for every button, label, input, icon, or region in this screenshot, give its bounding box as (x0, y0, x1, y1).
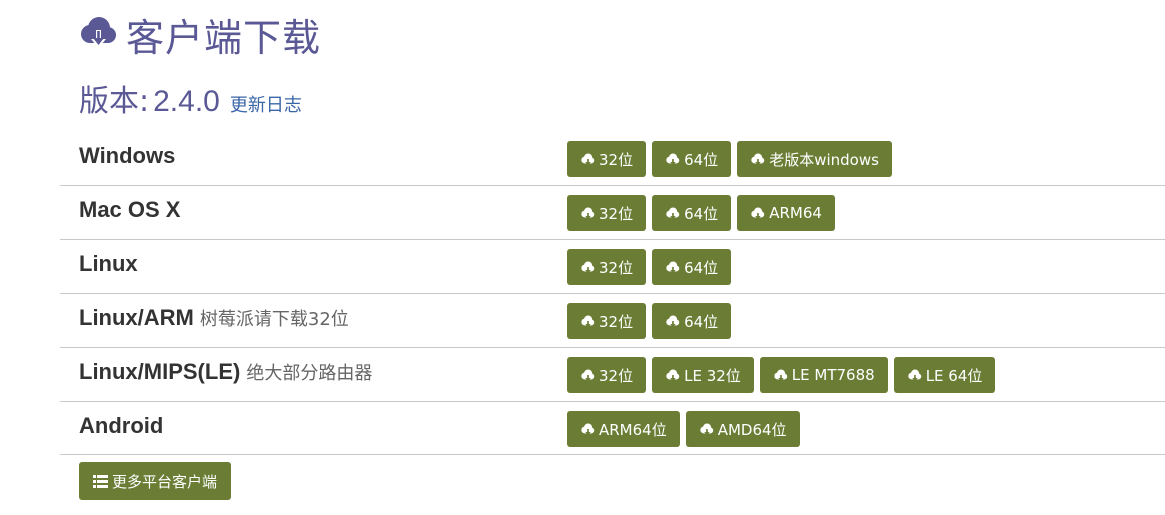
cloud-download-icon (580, 368, 595, 383)
cloud-download-icon (750, 206, 765, 221)
platform-row-linux-arm: Linux/ARM 树莓派请下载32位 32位 64位 (60, 294, 1165, 348)
platform-row-mac-os-x: Mac OS X 32位 64位 ARM64 (60, 186, 1165, 240)
download-button-label: 32位 (599, 312, 634, 331)
download-button-label: 32位 (599, 366, 634, 385)
cloud-download-icon (907, 368, 922, 383)
download-button-label: 32位 (599, 150, 634, 169)
cloud-download-icon (580, 314, 595, 329)
download-button-label: ARM64位 (599, 420, 667, 439)
download-button-label: 64位 (684, 150, 719, 169)
list-icon (93, 474, 108, 488)
download-button[interactable]: 32位 (567, 357, 647, 393)
download-button[interactable]: 64位 (652, 141, 732, 177)
download-buttons: 32位 LE 32位 LE MT7688 LE 64位 (567, 357, 996, 393)
download-buttons: 32位 64位 (567, 303, 732, 339)
download-buttons: ARM64位 AMD64位 (567, 411, 800, 447)
download-buttons: 32位 64位 (567, 249, 732, 285)
download-button[interactable]: 32位 (567, 303, 647, 339)
platform-note: 树莓派请下载32位 (199, 309, 349, 330)
more-platforms-button[interactable]: 更多平台客户端 (79, 462, 232, 500)
download-button-label: ARM64 (769, 204, 822, 222)
platform-table: Windows 32位 64位 老版本windows Mac OS X 32位 64位 ARM… (60, 132, 1165, 455)
platform-name: Linux/ARM (79, 305, 194, 330)
cloud-download-icon (580, 260, 595, 275)
cloud-download-icon (665, 314, 680, 329)
cloud-download-icon (665, 206, 680, 221)
platform-label: Android (79, 413, 163, 439)
cloud-download-icon (665, 260, 680, 275)
download-button-label: 64位 (684, 312, 719, 331)
download-button[interactable]: LE 64位 (893, 357, 996, 393)
cloud-download-icon (665, 152, 680, 167)
download-button-label: 64位 (684, 258, 719, 277)
platform-note: 绝大部分路由器 (246, 363, 373, 384)
download-button-label: LE MT7688 (791, 366, 875, 384)
platform-label: Linux (79, 251, 138, 277)
platform-label: Windows (79, 143, 175, 169)
download-button-label: LE 32位 (684, 366, 741, 385)
download-buttons: 32位 64位 ARM64 (567, 195, 835, 231)
download-button-label: 老版本windows (769, 150, 879, 169)
cloud-download-icon (750, 152, 765, 167)
download-button[interactable]: 32位 (567, 249, 647, 285)
download-button[interactable]: 32位 (567, 141, 647, 177)
platform-name: Android (79, 413, 164, 438)
download-button[interactable]: AMD64位 (685, 411, 800, 447)
cloud-download-icon (580, 206, 595, 221)
version-number: 2.4.0 (153, 85, 220, 118)
platform-name: Windows (79, 143, 176, 168)
platform-row-windows: Windows 32位 64位 老版本windows (60, 132, 1165, 186)
more-platforms-label: 更多平台客户端 (112, 472, 218, 491)
cloud-download-icon (665, 368, 680, 383)
download-button-label: 32位 (599, 204, 634, 223)
download-button[interactable]: 32位 (567, 195, 647, 231)
download-buttons: 32位 64位 老版本windows (567, 141, 892, 177)
cloud-download-icon (773, 368, 788, 383)
download-button[interactable]: 64位 (652, 195, 732, 231)
platform-label: Linux/MIPS(LE) 绝大部分路由器 (79, 359, 372, 385)
download-button[interactable]: LE MT7688 (759, 357, 888, 393)
download-button[interactable]: ARM64 (737, 195, 835, 231)
platform-name: Linux/MIPS(LE) (79, 359, 241, 384)
download-button[interactable]: 老版本windows (737, 141, 892, 177)
platform-row-linux-mips-le: Linux/MIPS(LE) 绝大部分路由器 32位 LE 32位 LE MT7688 L… (60, 348, 1165, 402)
platform-label: Mac OS X (79, 197, 180, 223)
version-line: 版本: 2.4.0 更新日志 (79, 76, 302, 120)
download-button[interactable]: 64位 (652, 249, 732, 285)
page-title-text: 客户端下载 (126, 15, 322, 60)
download-button[interactable]: ARM64位 (567, 411, 680, 447)
cloud-download-icon (580, 422, 595, 437)
download-button-label: 32位 (599, 258, 634, 277)
download-button-label: AMD64位 (717, 420, 787, 439)
cloud-download-icon (699, 422, 714, 437)
platform-row-android: Android ARM64位 AMD64位 (60, 402, 1165, 455)
platform-row-linux: Linux 32位 64位 (60, 240, 1165, 294)
cloud-download-icon (78, 14, 118, 54)
download-button[interactable]: 64位 (652, 303, 732, 339)
changelog-link[interactable]: 更新日志 (230, 91, 302, 117)
cloud-download-icon (580, 152, 595, 167)
download-button[interactable]: LE 32位 (652, 357, 754, 393)
platform-name: Mac OS X (79, 197, 181, 222)
download-button-label: LE 64位 (925, 366, 983, 385)
page-title: 客户端下载 (78, 8, 321, 60)
platform-label: Linux/ARM 树莓派请下载32位 (79, 305, 349, 331)
platform-name: Linux (79, 251, 138, 276)
version-label: 版本: (79, 84, 150, 119)
download-button-label: 64位 (684, 204, 719, 223)
